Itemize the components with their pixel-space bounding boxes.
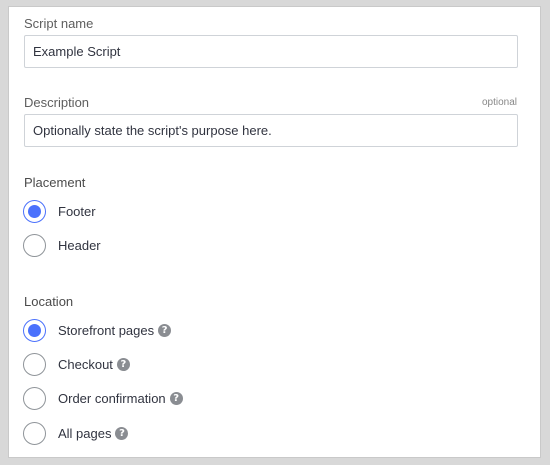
- header-label: Header: [58, 237, 101, 253]
- question-circle-icon[interactable]: ?: [116, 357, 130, 371]
- location-option-order-confirmation[interactable]: Order confirmation ?: [23, 386, 183, 410]
- placement-option-header[interactable]: Header: [23, 233, 101, 257]
- order-confirmation-radio[interactable]: [23, 386, 46, 410]
- storefront-pages-label: Storefront pages: [58, 322, 155, 338]
- footer-radio[interactable]: [23, 199, 46, 223]
- placement-option-footer[interactable]: Footer: [23, 199, 96, 223]
- script-name-label: Script name: [24, 16, 94, 31]
- location-option-checkout[interactable]: Checkout ?: [23, 352, 130, 376]
- all-pages-label: All pages: [58, 425, 112, 441]
- question-circle-icon[interactable]: ?: [169, 391, 183, 405]
- checkout-radio[interactable]: [23, 352, 46, 376]
- description-input[interactable]: [24, 114, 518, 147]
- header-radio[interactable]: [23, 233, 46, 257]
- optional-hint: optional: [481, 97, 517, 108]
- checkout-label: Checkout: [58, 356, 113, 372]
- description-label: Description: [24, 95, 90, 110]
- all-pages-radio[interactable]: [23, 421, 46, 445]
- location-label: Location: [24, 294, 74, 309]
- location-option-all-pages[interactable]: All pages ?: [23, 421, 129, 445]
- script-name-input[interactable]: [24, 35, 518, 68]
- order-confirmation-label: Order confirmation: [58, 390, 166, 406]
- placement-label: Placement: [24, 175, 86, 190]
- storefront-pages-radio[interactable]: [23, 318, 46, 342]
- question-circle-icon[interactable]: ?: [115, 426, 129, 440]
- question-circle-icon[interactable]: ?: [158, 323, 172, 337]
- script-form-panel: Script name Description optional Placeme…: [8, 6, 541, 458]
- footer-label: Footer: [58, 203, 96, 219]
- location-option-storefront-pages[interactable]: Storefront pages ?: [23, 318, 172, 342]
